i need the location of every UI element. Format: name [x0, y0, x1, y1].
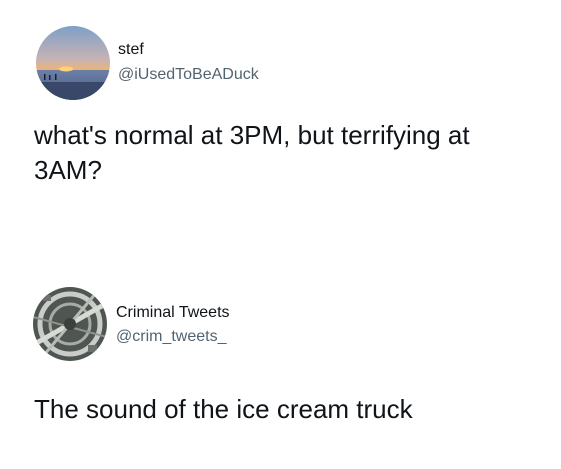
tweet-text: what's normal at 3PM, but terrifying at …	[34, 120, 470, 185]
tweet-card[interactable]: stef @iUsedToBeADuck what's normal at 3P…	[0, 0, 561, 260]
display-name[interactable]: Criminal Tweets	[116, 304, 230, 322]
user-handle[interactable]: @crim_tweets_	[116, 328, 227, 346]
user-handle[interactable]: @iUsedToBeADuck	[118, 66, 259, 84]
tweet-card[interactable]: Criminal Tweets @crim_tweets_ The sound …	[0, 270, 561, 469]
highway-interchange-avatar-image	[33, 287, 107, 361]
display-name[interactable]: stef	[118, 41, 144, 59]
highway-interchange-avatar[interactable]	[33, 287, 107, 361]
sunset-beach-avatar-image	[36, 26, 110, 100]
tweet-text: The sound of the ice cream truck	[34, 394, 413, 424]
sunset-beach-avatar[interactable]	[36, 26, 110, 100]
